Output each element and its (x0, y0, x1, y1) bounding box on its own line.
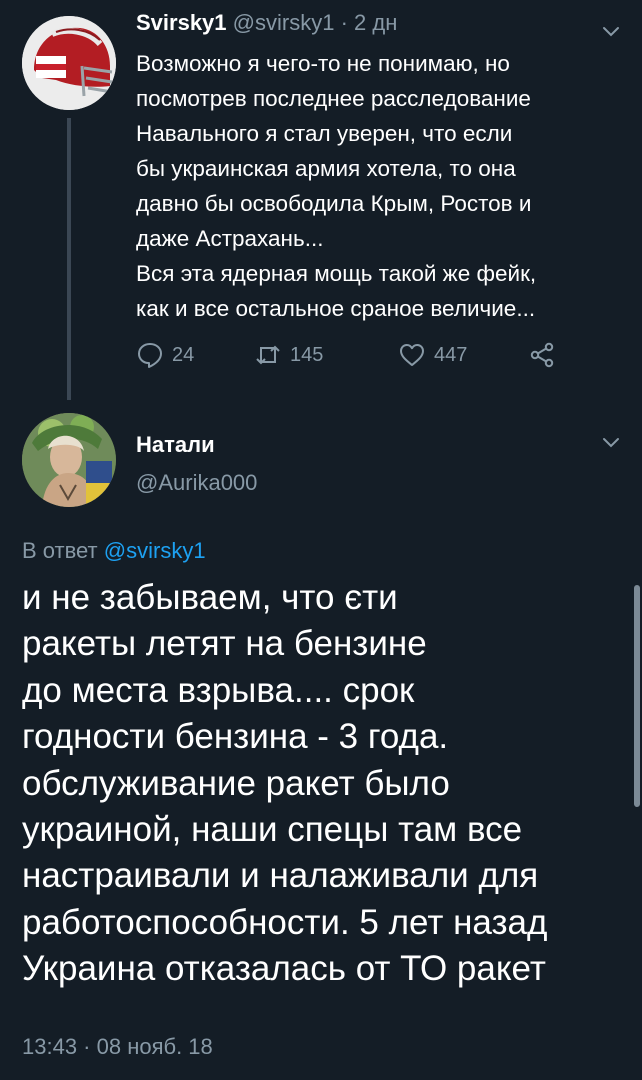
text-line: украиной, наши спецы там все (22, 810, 523, 850)
chevron-down-icon[interactable] (602, 22, 620, 40)
reply-button[interactable]: 24 (136, 341, 194, 369)
like-count: 447 (434, 343, 468, 366)
text-line: и не забываем, что єти (22, 578, 398, 617)
reply-icon (138, 343, 162, 368)
profile-photo (22, 413, 116, 507)
avatar-natali[interactable] (22, 413, 116, 507)
text-line: годности бензина - 3 года. (22, 717, 449, 757)
separator: · (340, 10, 348, 35)
like-icon (400, 344, 424, 366)
share-icon (530, 342, 554, 368)
author-name[interactable]: Svirsky1 (136, 10, 227, 35)
avatar-svirsky1[interactable] (22, 16, 116, 110)
helmet-icon (22, 16, 116, 110)
tweet1-header: Svirsky1 @svirsky1 · 2 дн (136, 10, 397, 36)
retweet-count: 145 (290, 343, 324, 366)
text-line: посмотрев последнее расследование (136, 86, 531, 111)
text-line: обслуживание ракет было (22, 763, 450, 803)
tweet-timestamp[interactable]: 13:43 · 08 нояб. 18 (22, 1034, 213, 1060)
text-line: как и все остальное сраное величие... (136, 296, 536, 321)
text-line: ракеты летят на бензине (22, 624, 427, 664)
like-button[interactable]: 447 (398, 341, 467, 369)
author-name[interactable]: Натали (136, 432, 215, 458)
author-handle[interactable]: @Aurika000 (136, 470, 257, 496)
text-line: работоспособности. 5 лет назад (22, 902, 548, 942)
tweet1-actions: 24 145 447 (136, 341, 576, 375)
text-line: Вся эта ядерная мощь такой же фейк, (136, 261, 537, 286)
retweet-icon (256, 345, 280, 365)
text-line: настраивали и налаживали для (22, 856, 539, 896)
text-line: даже Астрахань... (136, 226, 324, 251)
author-handle[interactable]: @svirsky1 (233, 10, 335, 35)
scrollbar[interactable] (634, 585, 640, 807)
thread-line (67, 118, 71, 400)
time-ago[interactable]: 2 дн (354, 10, 397, 35)
reply-to-link[interactable]: @svirsky1 (104, 538, 206, 563)
share-button[interactable] (528, 341, 556, 369)
text-line: бы украинская армия хотела, то она (136, 156, 516, 181)
chevron-down-icon[interactable] (602, 433, 620, 451)
tweet1-text: Возможно я чего-то не понимаю, но посмот… (136, 46, 626, 326)
reply-count: 24 (172, 343, 195, 366)
tweet2-text: и не забываем, что єти ракеты летят на б… (22, 575, 622, 993)
reply-context: В ответ @svirsky1 (22, 538, 206, 564)
text-line: Навального я стал уверен, что если (136, 121, 513, 146)
text-line: до места взрыва.... срок (22, 670, 415, 710)
text-line: Украина отказалась от ТО ракет (22, 949, 546, 989)
text-line: Возможно я чего-то не понимаю, но (136, 51, 510, 76)
reply-prefix: В ответ (22, 538, 98, 563)
retweet-button[interactable]: 145 (254, 341, 323, 369)
text-line: давно бы освободила Крым, Ростов и (136, 191, 532, 216)
